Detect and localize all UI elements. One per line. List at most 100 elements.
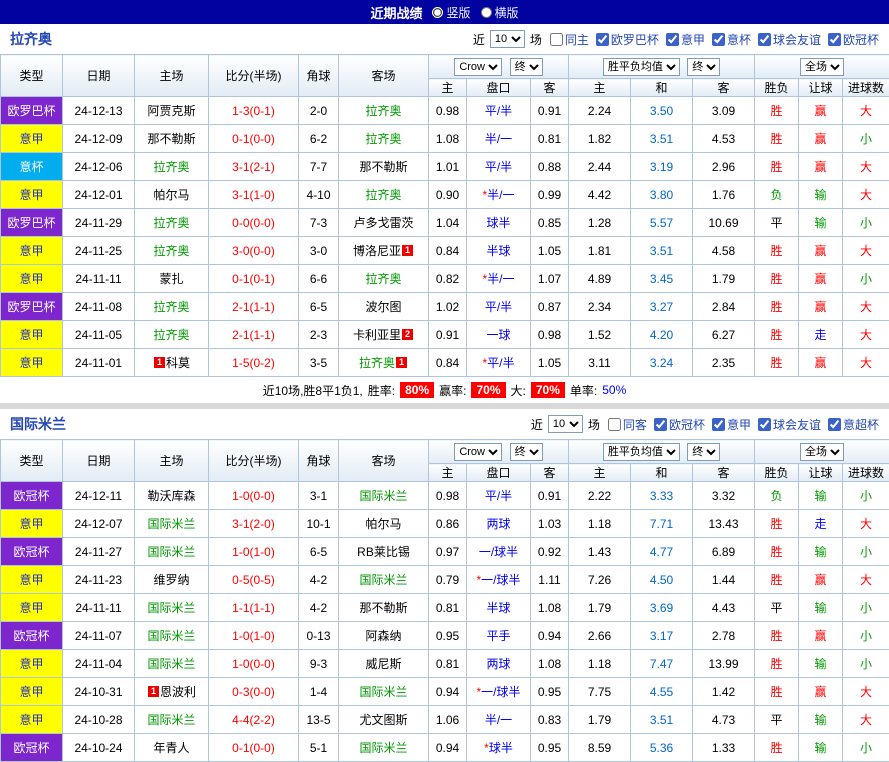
home-team-name[interactable]: 国际米兰	[147, 601, 195, 615]
competition-filter[interactable]: 欧冠杯	[828, 31, 879, 48]
home-team-name[interactable]: 科莫	[166, 356, 190, 370]
competition-checkbox[interactable]	[712, 33, 725, 46]
away-team-name[interactable]: 拉齐奥	[365, 272, 401, 286]
competition-checkbox[interactable]	[712, 418, 725, 431]
competition-checkbox[interactable]	[828, 418, 841, 431]
competition-filter[interactable]: 球会友谊	[758, 416, 821, 433]
horizontal-radio[interactable]	[481, 7, 492, 18]
competition-checkbox[interactable]	[654, 418, 667, 431]
match-date: 24-12-01	[63, 181, 135, 209]
competition-filter[interactable]: 欧冠杯	[654, 416, 705, 433]
ah-line-cell: *一/球半	[467, 678, 531, 706]
home-team-name[interactable]: 勒沃库森	[147, 489, 195, 503]
competition-checkbox[interactable]	[758, 418, 771, 431]
scope-select[interactable]: 全场	[800, 443, 844, 461]
away-team-cell: 帕尔马	[339, 510, 429, 538]
odds-avg-select[interactable]: 胜平负均值	[603, 443, 680, 461]
competition-checkbox[interactable]	[828, 33, 841, 46]
ah-final-select[interactable]: 终	[510, 443, 543, 461]
away-team-name[interactable]: 威尼斯	[365, 657, 401, 671]
games-count-select[interactable]: 10	[490, 30, 525, 48]
home-team-cell: 蒙扎	[135, 265, 209, 293]
away-team-name[interactable]: 帕尔马	[365, 517, 401, 531]
ah-final-select[interactable]: 终	[510, 58, 543, 76]
same-venue-checkbox[interactable]	[608, 418, 621, 431]
away-team-name[interactable]: 那不勒斯	[359, 160, 407, 174]
home-team-name[interactable]: 拉齐奥	[153, 160, 189, 174]
away-team-name[interactable]: 阿森纳	[365, 629, 401, 643]
games-count-select[interactable]: 10	[548, 415, 583, 433]
competition-filter[interactable]: 意超杯	[828, 416, 879, 433]
away-team-name[interactable]: 国际米兰	[359, 741, 407, 755]
competition-filter[interactable]: 意甲	[712, 416, 751, 433]
away-team-name[interactable]: 拉齐奥	[359, 356, 395, 370]
home-team-name[interactable]: 拉齐奥	[153, 300, 189, 314]
match-date: 24-11-23	[63, 566, 135, 594]
col-header-ah-home: 主	[429, 464, 467, 482]
competition-filter[interactable]: 意甲	[666, 31, 705, 48]
away-team-name[interactable]: 国际米兰	[359, 573, 407, 587]
ah-away-odds: 1.05	[531, 349, 569, 377]
home-team-name[interactable]: 拉齐奥	[153, 244, 189, 258]
home-team-name[interactable]: 阿贾克斯	[147, 104, 195, 118]
layout-vertical-option[interactable]: 竖版	[432, 4, 470, 21]
odds-draw: 3.51	[631, 237, 693, 265]
same-venue-checkbox[interactable]	[550, 33, 563, 46]
home-team-name[interactable]: 拉齐奥	[153, 216, 189, 230]
away-team-name[interactable]: 尤文图斯	[359, 713, 407, 727]
away-team-name[interactable]: 国际米兰	[359, 685, 407, 699]
odds-draw: 3.45	[631, 265, 693, 293]
competition-checkbox[interactable]	[596, 33, 609, 46]
ah-line-cell: 半球	[467, 237, 531, 265]
competition-filter[interactable]: 球会友谊	[758, 31, 821, 48]
score-cell: 3-1(2-0)	[209, 510, 299, 538]
vertical-radio[interactable]	[432, 7, 443, 18]
away-team-name[interactable]: 卢多戈雷茨	[353, 216, 413, 230]
competition-filter[interactable]: 欧罗巴杯	[596, 31, 659, 48]
home-team-name[interactable]: 年青人	[153, 741, 189, 755]
home-team-name[interactable]: 国际米兰	[147, 545, 195, 559]
handicap-result-cell: 赢	[799, 265, 843, 293]
ah-line-cell: 球半	[467, 209, 531, 237]
away-team-name[interactable]: 国际米兰	[359, 489, 407, 503]
away-team-name[interactable]: 拉齐奥	[365, 188, 401, 202]
odds-final-select[interactable]: 终	[687, 443, 720, 461]
odds-avg-select[interactable]: 胜平负均值	[603, 58, 680, 76]
layout-horizontal-option[interactable]: 横版	[481, 4, 519, 21]
same-venue-filter[interactable]: 同主	[550, 31, 589, 48]
home-team-name[interactable]: 国际米兰	[147, 629, 195, 643]
away-team-name[interactable]: 那不勒斯	[359, 601, 407, 615]
away-team-name[interactable]: 卡利亚里	[353, 328, 401, 342]
away-team-name[interactable]: 博洛尼亚	[353, 244, 401, 258]
home-team-name[interactable]: 国际米兰	[147, 657, 195, 671]
competition-checkbox[interactable]	[758, 33, 771, 46]
home-team-name[interactable]: 那不勒斯	[147, 132, 195, 146]
same-venue-filter[interactable]: 同客	[608, 416, 647, 433]
goals-result-cell: 大	[843, 153, 889, 181]
corner-cell: 4-10	[299, 181, 339, 209]
home-team-name[interactable]: 拉齐奥	[153, 328, 189, 342]
odds-draw: 7.47	[631, 650, 693, 678]
col-header-type: 类型	[1, 55, 63, 97]
home-team-name[interactable]: 蒙扎	[159, 272, 183, 286]
ah-provider-select[interactable]: Crow	[454, 58, 502, 76]
home-team-name[interactable]: 帕尔马	[153, 188, 189, 202]
home-team-name[interactable]: 国际米兰	[147, 517, 195, 531]
odds-away: 3.09	[693, 97, 755, 125]
home-team-name[interactable]: 国际米兰	[147, 713, 195, 727]
ah-provider-select[interactable]: Crow	[454, 443, 502, 461]
odds-final-select[interactable]: 终	[687, 58, 720, 76]
competition-checkbox[interactable]	[666, 33, 679, 46]
odds-home: 8.59	[569, 734, 631, 762]
corner-cell: 5-1	[299, 734, 339, 762]
scope-select[interactable]: 全场	[800, 58, 844, 76]
away-team-name[interactable]: RB莱比锡	[357, 545, 410, 559]
home-team-name[interactable]: 恩波利	[160, 685, 196, 699]
score-cell: 0-1(0-0)	[209, 125, 299, 153]
filter-bar: 近10场同主欧罗巴杯意甲意杯球会友谊欧冠杯	[472, 30, 879, 48]
away-team-name[interactable]: 波尔图	[365, 300, 401, 314]
away-team-name[interactable]: 拉齐奥	[365, 132, 401, 146]
home-team-name[interactable]: 维罗纳	[153, 573, 189, 587]
competition-filter[interactable]: 意杯	[712, 31, 751, 48]
away-team-name[interactable]: 拉齐奥	[365, 104, 401, 118]
